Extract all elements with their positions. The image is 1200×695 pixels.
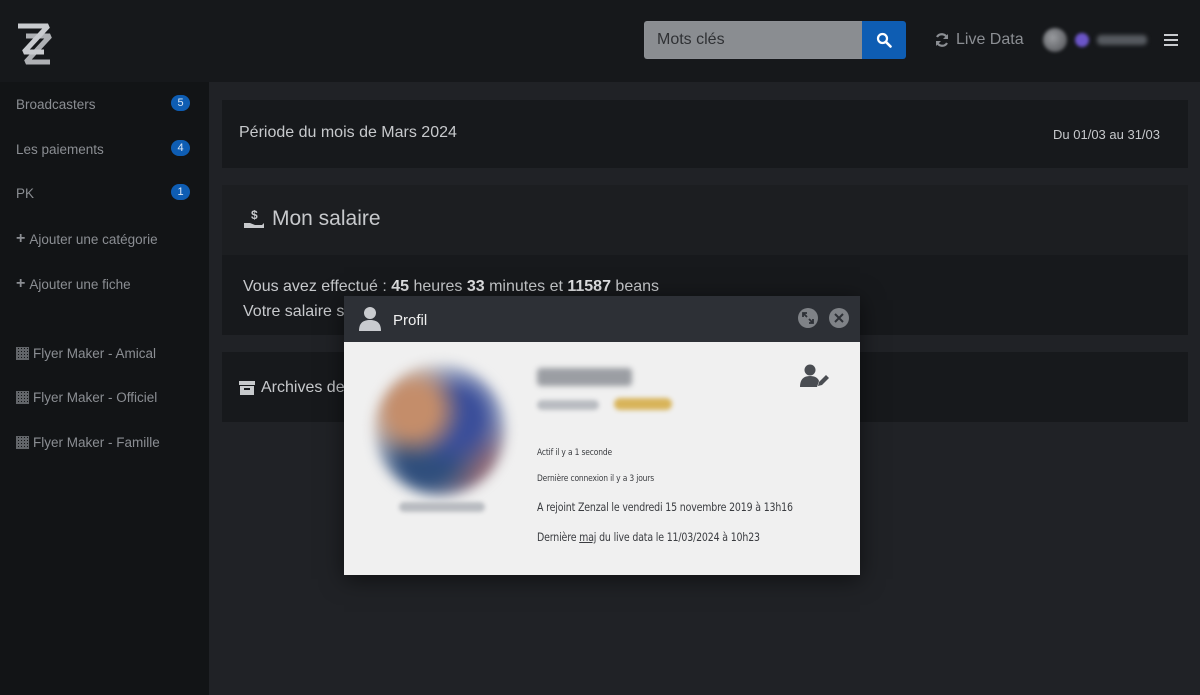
sidebar-item-label: Flyer Maker - Famille	[33, 435, 160, 450]
grid-icon	[16, 347, 29, 360]
sidebar-item-add-category[interactable]: + Ajouter une catégorie	[16, 231, 158, 247]
beans-value: 11587	[567, 278, 611, 295]
search-icon	[876, 32, 892, 48]
sidebar-item-label: Les paiements	[16, 142, 104, 157]
search-input[interactable]	[644, 21, 862, 59]
user-name-blurred	[1097, 35, 1147, 45]
zenzal-logo[interactable]	[14, 22, 54, 66]
live-data-label: Live Data	[956, 31, 1024, 48]
plus-icon: +	[16, 230, 26, 247]
close-icon	[834, 313, 844, 323]
profile-level-blurred	[614, 398, 672, 410]
close-button[interactable]	[829, 308, 849, 328]
profile-last-update: Dernière maj du live data le 11/03/2024 …	[537, 530, 760, 544]
archives-title-row: Archives de	[239, 379, 345, 397]
sidebar-item-paiements[interactable]: Les paiements	[16, 142, 104, 157]
period-range: Du 01/03 au 31/03	[1053, 127, 1160, 142]
sidebar-item-label: Flyer Maker - Amical	[33, 346, 157, 361]
sidebar-item-pk[interactable]: PK	[16, 186, 34, 201]
live-data-button[interactable]: Live Data	[934, 31, 1024, 49]
period-title: Période du mois de Mars 2024	[239, 124, 457, 141]
profile-joined-date: A rejoint Zenzal le vendredi 15 novembre…	[537, 500, 793, 514]
profile-last-login: Dernière connexion il y a 3 jours	[537, 474, 655, 484]
plus-icon: +	[16, 275, 26, 292]
sidebar-item-label: PK	[16, 186, 35, 201]
sidebar-item-broadcasters[interactable]: Broadcasters	[16, 97, 96, 112]
sidebar-item-add-sheet[interactable]: + Ajouter une fiche	[16, 276, 131, 292]
profile-active-status: Actif il y a 1 seconde	[537, 448, 612, 458]
salary-title-row: $ Mon salaire	[243, 207, 381, 231]
grid-icon	[16, 391, 29, 404]
minutes-value: 33	[466, 278, 485, 295]
menu-icon[interactable]	[1164, 34, 1178, 46]
user-status-icon	[1075, 33, 1089, 47]
sidebar-item-label: Flyer Maker - Officiel	[33, 390, 158, 405]
user-icon	[359, 307, 381, 331]
refresh-icon	[935, 33, 949, 47]
sidebar-item-flyer-amical[interactable]: Flyer Maker - Amical	[16, 346, 156, 361]
salary-title: Mon salaire	[272, 207, 381, 230]
sidebar-item-label: Ajouter une fiche	[29, 276, 131, 292]
expand-icon	[802, 312, 814, 324]
period-panel: Période du mois de Mars 2024 Du 01/03 au…	[222, 100, 1188, 168]
archives-title: Archives de	[261, 379, 345, 396]
sidebar-item-label: Ajouter une catégorie	[29, 231, 158, 247]
modal-header: Profil	[344, 296, 860, 342]
profile-photo-caption-blurred	[399, 502, 485, 512]
profile-modal: Profil Actif il y a 1 seconde Dernière c…	[344, 296, 860, 575]
profile-name-blurred	[537, 368, 632, 386]
edit-user-icon[interactable]	[800, 364, 830, 388]
grid-icon	[16, 436, 29, 449]
avatar	[1043, 28, 1067, 52]
sidebar-item-flyer-famille[interactable]: Flyer Maker - Famille	[16, 435, 160, 450]
search-bar	[644, 21, 906, 59]
sidebar: Broadcasters 5 Les paiements 4 PK 1 + Aj…	[0, 82, 209, 695]
archive-box-icon	[239, 381, 255, 395]
profile-meta-blurred	[537, 400, 599, 410]
sidebar-item-label: Broadcasters	[16, 97, 96, 112]
modal-title: Profil	[393, 312, 428, 329]
badge-paiements: 4	[171, 140, 190, 156]
salary-header: $ Mon salaire	[222, 185, 1188, 255]
top-bar: Live Data	[0, 0, 1200, 82]
sidebar-item-flyer-officiel[interactable]: Flyer Maker - Officiel	[16, 390, 157, 405]
expand-button[interactable]	[798, 308, 818, 328]
search-button[interactable]	[862, 21, 906, 59]
salary-hand-icon: $	[244, 208, 264, 228]
svg-text:$: $	[251, 208, 258, 222]
user-menu[interactable]	[1043, 28, 1147, 52]
hours-value: 45	[391, 278, 410, 295]
badge-broadcasters: 5	[171, 95, 190, 111]
profile-photo	[374, 364, 506, 496]
badge-pk: 1	[171, 184, 190, 200]
